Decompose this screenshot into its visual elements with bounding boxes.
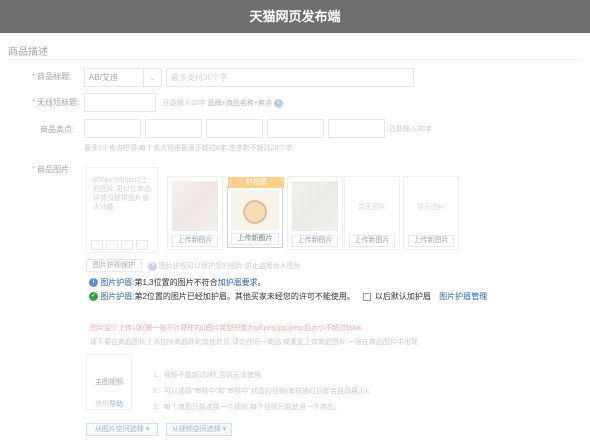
- image-slot-4[interactable]: 暂无图片 上传新图片: [344, 176, 400, 250]
- default-protect-checkbox[interactable]: [362, 292, 371, 301]
- product-title-label-text: 商品标题:: [37, 72, 72, 81]
- required-mark: *: [32, 98, 36, 107]
- selling-point-input-1[interactable]: [84, 119, 141, 138]
- info-icon[interactable]: i: [273, 98, 283, 108]
- wireless-title-format: 品牌+商品名称+卖点: [207, 100, 272, 107]
- check-circle-icon: ✓: [89, 292, 98, 302]
- required-mark: *: [32, 72, 36, 81]
- window-title-bar: 天猫网页发布端: [0, 0, 590, 33]
- upload-tip-box[interactable]: 800px*800px以上的图片,可以在商品详情页提供图片放大功能: [86, 167, 158, 253]
- image-protect-notice: i 图片护眉:第1,3位置的图片不符合加护眉要求。 ✓ 图片护眉:第2位置的图片…: [85, 274, 487, 312]
- video-rule-1: 1、视频不能超过9秒,否则无法使用;: [153, 372, 263, 379]
- select-from-video-space-button[interactable]: 从视频空间选择 ▾: [166, 423, 232, 436]
- empty-image-label-5: 暂无图片: [417, 204, 445, 211]
- notice-row-1-prefix: 图片护眉:: [100, 278, 135, 287]
- video-rule-2: 2、可以选择"审核中"和"审核中"状态的视频(审核通过后即会自动展示);: [153, 388, 370, 395]
- upload-new-image-button-1[interactable]: 上传新图片: [172, 235, 218, 247]
- protect-requirement-link[interactable]: 加护眉要求: [218, 278, 258, 287]
- question-icon[interactable]: ?: [148, 261, 157, 271]
- notice-row-1-text: 第1,3位置的图片不符合: [134, 278, 218, 287]
- select-from-image-space-button[interactable]: 从图片空间选择 ▾: [86, 423, 158, 436]
- thumb-slot-2[interactable]: [106, 240, 118, 250]
- section-title: 商品描述: [8, 47, 48, 58]
- wireless-title-count: 还能输入10字: [163, 100, 206, 107]
- thumb-slot-4[interactable]: [136, 240, 148, 250]
- product-images-label-text: 商品图片:: [37, 165, 72, 174]
- selling-points-label: 商品卖点:: [40, 125, 75, 134]
- video-rule-3: 3、每个商品只能选择一个视频,每个视频只能使用一个商品。: [153, 404, 341, 411]
- brand-select[interactable]: AB/艾迪 ⌄: [84, 68, 162, 87]
- image-slot-3[interactable]: 上传新图片: [287, 176, 343, 250]
- product-image-1: [172, 181, 218, 231]
- wireless-title-label-text: 无线短标题:: [37, 98, 80, 107]
- image-slot-1[interactable]: 上传新图片: [167, 176, 223, 250]
- thumb-slot-3[interactable]: [121, 240, 133, 250]
- required-mark: *: [32, 165, 36, 174]
- video-use-text: 使用: [95, 401, 109, 408]
- edit-page: 商品描述 * 商品标题: AB/艾迪 ⌄ 最多支持30个字 * 无线短标题: 还能输…: [0, 33, 590, 445]
- protect-management-link[interactable]: 图片护眉管理: [439, 292, 487, 301]
- info-icon: i: [89, 278, 98, 288]
- brand-select-value: AB/艾迪: [89, 73, 118, 82]
- product-title-label: * 商品标题:: [32, 71, 71, 82]
- upload-tip: 800px*800px以上的图片,可以在商品详情页提供图片放大功能: [93, 177, 151, 211]
- wireless-title-hint: 还能输入10字 品牌+商品名称+卖点 i: [163, 98, 283, 108]
- selling-points-hint: 还能输入20字: [389, 126, 432, 133]
- upload-rules-warning: 图片至少上传1张(第一张不计算在内);图片类型只能为gif,png,jpg,jp…: [90, 325, 363, 332]
- upload-new-image-button-3[interactable]: 上传新图片: [292, 235, 338, 247]
- protect-badge: 护视图: [228, 177, 284, 188]
- main-video-label: 主图视频: [95, 379, 123, 386]
- image-protect-tip: ? 图片护视可以保护您的图片,防止盗用他人图片: [148, 261, 301, 271]
- main-video-help: 使用帮助: [87, 399, 131, 409]
- upload-rules-note: 请不要在商品图片上添加除商品外的其他信息,请勿在同一商品,或重复上传商品图片,一…: [90, 339, 418, 346]
- product-title-input[interactable]: 最多支持30个字: [166, 68, 414, 87]
- upload-new-image-button-5[interactable]: 上传新图片: [408, 235, 454, 247]
- image-slot-5[interactable]: 暂无图片 上传新图片: [403, 176, 459, 250]
- default-protect-checkbox-label[interactable]: 以后默认加护眉: [375, 292, 431, 301]
- image-slot-2[interactable]: 护视图 上传新图片: [227, 177, 284, 248]
- chevron-down-icon: ⌄: [143, 69, 161, 86]
- window-title: 天猫网页发布端: [249, 9, 341, 24]
- notice-row-1: i 图片护眉:第1,3位置的图片不符合加护眉要求。: [89, 277, 266, 288]
- notice-row-2: ✓ 图片护眉:第2位置的图片已经加护眉。其他买家未经您的许可不能使用。 以后默认加…: [89, 291, 487, 302]
- thumb-slot-1[interactable]: [91, 240, 103, 250]
- product-images-label: * 商品图片:: [32, 164, 71, 175]
- section-divider: [8, 59, 582, 60]
- video-help-link[interactable]: 帮助: [109, 401, 123, 408]
- empty-image-label-4: 暂无图片: [358, 204, 386, 211]
- selling-point-input-5[interactable]: [328, 119, 385, 138]
- upload-new-image-button-4[interactable]: 上传新图片: [349, 235, 395, 247]
- wireless-title-input[interactable]: [84, 93, 156, 112]
- product-image-2: [231, 190, 279, 230]
- selling-point-input-3[interactable]: [206, 119, 263, 138]
- upload-new-image-button-2[interactable]: 上传新图片: [231, 233, 279, 245]
- product-title-placeholder: 最多支持30个字: [171, 73, 228, 82]
- image-protect-tip-text: 图片护视可以保护您的图片,防止盗用他人图片: [158, 263, 301, 270]
- selling-point-input-2[interactable]: [145, 119, 202, 138]
- notice-row-1-suffix: 。: [257, 278, 266, 287]
- product-image-3: [292, 181, 338, 231]
- main-video-box[interactable]: 主图视频 使用帮助: [86, 354, 132, 410]
- notice-row-2-text: 第2位置的图片已经加护眉。其他买家未经您的许可不能使用。: [134, 292, 355, 301]
- notice-row-2-prefix: 图片护眉:: [100, 292, 135, 301]
- wireless-title-label: * 无线短标题:: [32, 97, 79, 108]
- image-protect-button[interactable]: 图片护视保护: [86, 259, 142, 272]
- selling-point-input-4[interactable]: [267, 119, 324, 138]
- selling-points-sub-hint: 最多5个卖点短语,每个卖点短语最多不超过8字,总字数不超过20个字: [84, 145, 293, 152]
